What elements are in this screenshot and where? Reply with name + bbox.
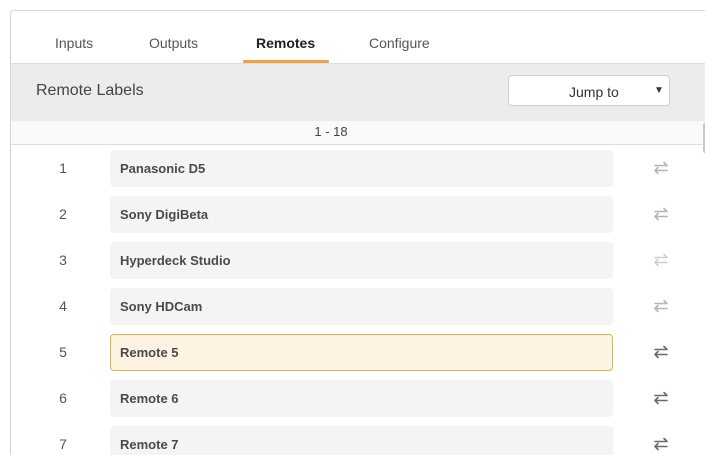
range-header: 1 - 18 bbox=[11, 121, 705, 145]
label-field[interactable]: Remote 7 bbox=[110, 426, 613, 455]
label-text: Hyperdeck Studio bbox=[120, 253, 231, 268]
list-item: 4 Sony HDCam bbox=[11, 283, 705, 329]
jump-to-select[interactable]: Jump to ▼ bbox=[508, 75, 670, 106]
row-number: 1 bbox=[59, 160, 67, 176]
row-number: 7 bbox=[59, 436, 67, 452]
tab-inputs[interactable]: Inputs bbox=[55, 35, 93, 51]
label-text: Sony DigiBeta bbox=[120, 207, 209, 222]
range-label: 1 - 18 bbox=[314, 124, 348, 139]
tab-remotes[interactable]: Remotes bbox=[256, 35, 315, 51]
tab-bar: Inputs Outputs Remotes Configure bbox=[11, 11, 705, 63]
tab-configure[interactable]: Configure bbox=[369, 35, 430, 51]
list-item: 6 Remote 6 bbox=[11, 375, 705, 421]
label-text: Remote 5 bbox=[120, 345, 179, 360]
chevron-down-icon: ▼ bbox=[654, 85, 664, 96]
label-field[interactable]: Sony DigiBeta bbox=[110, 196, 613, 233]
label-text: Panasonic D5 bbox=[120, 161, 206, 176]
row-number: 4 bbox=[59, 298, 67, 314]
remotes-panel: Inputs Outputs Remotes Configure Remote … bbox=[10, 10, 705, 455]
swap-icon[interactable] bbox=[652, 343, 670, 361]
list-item: 1 Panasonic D5 bbox=[11, 145, 705, 191]
section-header: Remote Labels Jump to ▼ bbox=[11, 63, 705, 122]
row-number: 5 bbox=[59, 344, 67, 360]
jump-to-label: Jump to bbox=[569, 84, 619, 100]
page-title: Remote Labels bbox=[36, 82, 144, 99]
list-item: 7 Remote 7 bbox=[11, 421, 705, 455]
label-field[interactable]: Panasonic D5 bbox=[110, 150, 613, 187]
label-text: Remote 7 bbox=[120, 437, 179, 452]
tab-outputs[interactable]: Outputs bbox=[149, 35, 198, 51]
label-field[interactable]: Hyperdeck Studio bbox=[110, 242, 613, 279]
label-field-selected[interactable]: Remote 5 bbox=[110, 334, 613, 371]
list-item: 3 Hyperdeck Studio bbox=[11, 237, 705, 283]
row-number: 6 bbox=[59, 390, 67, 406]
list-item: 2 Sony DigiBeta bbox=[11, 191, 705, 237]
row-number: 2 bbox=[59, 206, 67, 222]
label-text: Sony HDCam bbox=[120, 299, 203, 314]
label-field[interactable]: Remote 6 bbox=[110, 380, 613, 417]
swap-icon[interactable] bbox=[652, 389, 670, 407]
swap-icon[interactable] bbox=[652, 159, 670, 177]
swap-icon[interactable] bbox=[652, 251, 670, 269]
swap-icon[interactable] bbox=[652, 205, 670, 223]
label-field[interactable]: Sony HDCam bbox=[110, 288, 613, 325]
list-item: 5 Remote 5 bbox=[11, 329, 705, 375]
label-text: Remote 6 bbox=[120, 391, 179, 406]
swap-icon[interactable] bbox=[652, 297, 670, 315]
swap-icon[interactable] bbox=[652, 435, 670, 453]
row-number: 3 bbox=[59, 252, 67, 268]
